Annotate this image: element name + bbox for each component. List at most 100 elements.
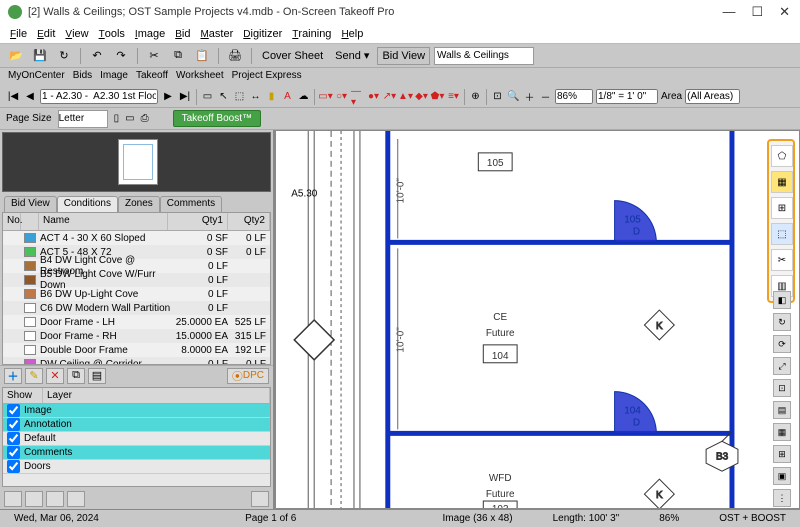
note-tool-icon[interactable]: ⬚: [233, 89, 246, 105]
shape6-icon[interactable]: ▲▾: [399, 89, 412, 105]
thumbnail-strip[interactable]: [2, 132, 271, 192]
layer-add-button[interactable]: [4, 491, 22, 507]
tab-project express[interactable]: Project Express: [232, 70, 302, 86]
menu-digitizer[interactable]: Digitizer: [243, 28, 282, 40]
rect-select-icon[interactable]: ▦: [771, 171, 793, 193]
layer-row[interactable]: Default: [3, 432, 270, 446]
condition-row[interactable]: C6 DW Modern Wall Partition0 LF: [3, 301, 270, 315]
layer-checkbox[interactable]: [7, 446, 20, 459]
paste-icon[interactable]: 📋: [192, 47, 212, 65]
layer-row[interactable]: Comments: [3, 446, 270, 460]
menu-master[interactable]: Master: [200, 28, 233, 40]
vt4-icon[interactable]: ⤢: [773, 357, 791, 375]
page-select[interactable]: [40, 89, 158, 104]
sheet-combo[interactable]: [434, 47, 534, 65]
left-tab-conditions[interactable]: Conditions: [57, 196, 118, 212]
left-tab-bid-view[interactable]: Bid View: [4, 196, 57, 212]
layer-del-button[interactable]: [46, 491, 64, 507]
layer-row[interactable]: Image: [3, 404, 270, 418]
measure-icon[interactable]: ⊕: [469, 89, 482, 105]
zoom-region-icon[interactable]: 🔍: [507, 89, 520, 105]
bidview-button[interactable]: Bid View: [377, 47, 430, 65]
shape3-icon[interactable]: —▾: [351, 89, 364, 105]
pdf-icon[interactable]: ⎙: [141, 113, 149, 124]
layer-checkbox[interactable]: [7, 460, 20, 473]
select-tool-icon[interactable]: ▭: [201, 89, 214, 105]
shape5-icon[interactable]: ↗▾: [383, 89, 396, 105]
menu-tools[interactable]: Tools: [99, 28, 125, 40]
zoom-actual-icon[interactable]: ⊡: [491, 89, 504, 105]
delete-condition-button[interactable]: ✕: [46, 368, 64, 384]
shape2-icon[interactable]: ○▾: [335, 89, 348, 105]
next-page-icon[interactable]: ▶: [161, 88, 175, 106]
dim-tool-icon[interactable]: ↔: [249, 89, 262, 105]
scale-combo[interactable]: [596, 89, 658, 104]
close-button[interactable]: ✕: [779, 4, 790, 20]
shape4-icon[interactable]: ●▾: [367, 89, 380, 105]
condition-row[interactable]: Double Door Frame8.0000 EA192 LF: [3, 343, 270, 357]
layer-row[interactable]: Doors: [3, 460, 270, 474]
area-combo[interactable]: [685, 89, 740, 104]
copy-icon[interactable]: ⧉: [168, 47, 188, 65]
cover-sheet-button[interactable]: Cover Sheet: [258, 47, 327, 65]
zoom-in-icon[interactable]: ＋: [523, 89, 536, 105]
maximize-button[interactable]: ☐: [751, 4, 763, 20]
poly-select-icon[interactable]: ⬠: [771, 145, 793, 167]
shape1-icon[interactable]: ▭▾: [319, 89, 332, 105]
pointer-tool-icon[interactable]: ↖: [217, 89, 230, 105]
props-condition-button[interactable]: ▤: [88, 368, 106, 384]
tab-takeoff[interactable]: Takeoff: [136, 70, 168, 86]
tab-myoncenter[interactable]: MyOnCenter: [8, 70, 65, 86]
pagesize-combo[interactable]: [58, 110, 108, 128]
left-tab-comments[interactable]: Comments: [160, 196, 222, 212]
vt5-icon[interactable]: ⊡: [773, 379, 791, 397]
layer-copy-button[interactable]: [25, 491, 43, 507]
layer-checkbox[interactable]: [7, 432, 20, 445]
minimize-button[interactable]: —: [722, 4, 735, 20]
layer-props-button[interactable]: [67, 491, 85, 507]
tab-bids[interactable]: Bids: [73, 70, 92, 86]
link-select-icon[interactable]: ⬚: [771, 223, 793, 245]
save-icon[interactable]: 💾: [30, 47, 50, 65]
vt9-icon[interactable]: ▣: [773, 467, 791, 485]
zoom-combo[interactable]: [555, 89, 593, 104]
grid-icon[interactable]: ⊞: [771, 197, 793, 219]
cut-tool-icon[interactable]: ✂: [771, 249, 793, 271]
cut-icon[interactable]: ✂: [144, 47, 164, 65]
zoom-out-icon[interactable]: －: [539, 89, 552, 105]
shape8-icon[interactable]: ⬟▾: [431, 89, 444, 105]
vt6-icon[interactable]: ▤: [773, 401, 791, 419]
copy-condition-button[interactable]: ⧉: [67, 368, 85, 384]
vt1-icon[interactable]: ◧: [773, 291, 791, 309]
condition-row[interactable]: DW Ceiling @ Corridor0 LF0 LF: [3, 357, 270, 365]
condition-row[interactable]: Door Frame - LH25.0000 EA525 LF: [3, 315, 270, 329]
condition-row[interactable]: Door Frame - RH15.0000 EA315 LF: [3, 329, 270, 343]
last-page-icon[interactable]: ▶|: [178, 88, 192, 106]
condition-row[interactable]: B5 DW Light Cove W/Furr Down0 LF: [3, 273, 270, 287]
condition-row[interactable]: ACT 4 - 30 X 60 Sloped0 SF0 LF: [3, 231, 270, 245]
tab-worksheet[interactable]: Worksheet: [176, 70, 224, 86]
text-tool-icon[interactable]: A: [281, 89, 294, 105]
condition-row[interactable]: B6 DW Up-Light Cove0 LF: [3, 287, 270, 301]
menu-training[interactable]: Training: [292, 28, 331, 40]
dpc-button[interactable]: ⦿ DPC: [227, 368, 269, 384]
undo-icon[interactable]: ↶: [87, 47, 107, 65]
print-icon[interactable]: 🖨: [225, 47, 245, 65]
shape7-icon[interactable]: ◆▾: [415, 89, 428, 105]
vt3-icon[interactable]: ⟳: [773, 335, 791, 353]
edit-condition-button[interactable]: ✎: [25, 368, 43, 384]
first-page-icon[interactable]: |◀: [6, 88, 20, 106]
vt7-icon[interactable]: ▦: [773, 423, 791, 441]
vt2-icon[interactable]: ↻: [773, 313, 791, 331]
menu-bid[interactable]: Bid: [175, 28, 190, 40]
layer-row[interactable]: Annotation: [3, 418, 270, 432]
menu-help[interactable]: Help: [341, 28, 363, 40]
landscape-icon[interactable]: ▭: [125, 113, 134, 124]
menu-image[interactable]: Image: [135, 28, 165, 40]
layer-collapse-button[interactable]: [251, 491, 269, 507]
send-button[interactable]: Send ▾: [331, 47, 373, 65]
takeoff-boost-button[interactable]: Takeoff Boost™: [173, 110, 261, 127]
menu-file[interactable]: File: [10, 28, 27, 40]
refresh-icon[interactable]: ↻: [54, 47, 74, 65]
vt8-icon[interactable]: ⊞: [773, 445, 791, 463]
